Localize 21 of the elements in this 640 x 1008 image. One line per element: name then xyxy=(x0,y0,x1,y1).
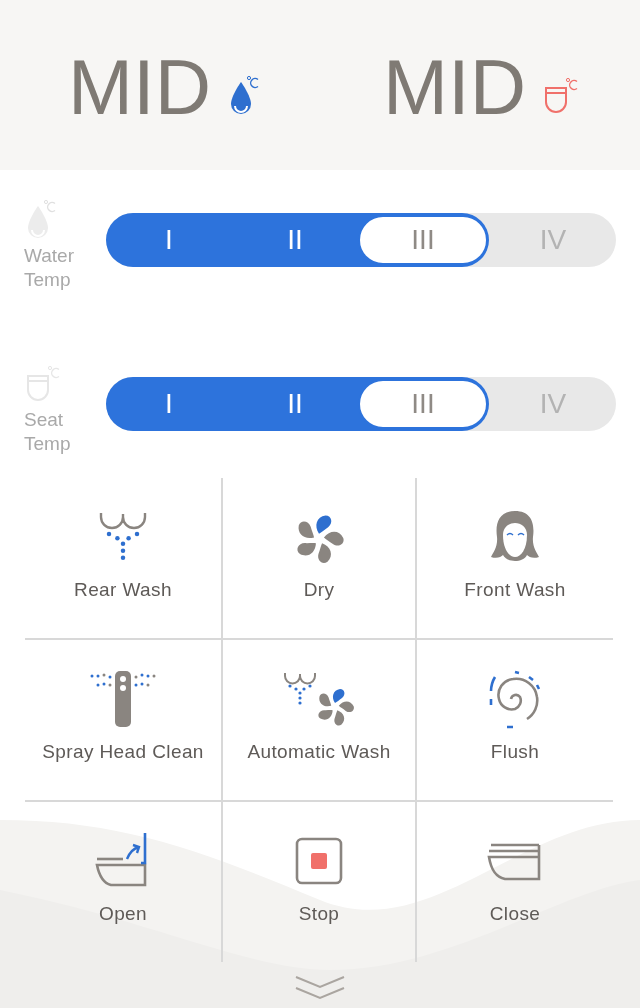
function-button[interactable]: Open xyxy=(25,802,221,962)
function-button[interactable]: Spray Head Clean xyxy=(25,640,221,802)
temperature-level: MID xyxy=(383,48,526,126)
temperature-level: MID xyxy=(68,48,211,126)
nozzle-icon xyxy=(88,669,158,729)
chevron-down-icon[interactable] xyxy=(294,975,346,1001)
slider-label: Seat Temp xyxy=(24,408,72,456)
level-segment[interactable]: I xyxy=(106,213,232,267)
slider-label: Water Temp xyxy=(24,244,75,292)
level-segment[interactable]: III xyxy=(358,379,488,429)
function-button[interactable]: Close xyxy=(417,802,613,962)
function-button[interactable]: Rear Wash xyxy=(25,478,221,640)
function-button[interactable]: Stop xyxy=(221,802,417,962)
function-button[interactable]: Dry xyxy=(221,478,417,640)
function-button[interactable]: Front Wash xyxy=(417,478,613,640)
level-segment[interactable]: II xyxy=(232,377,358,431)
function-button[interactable]: Automatic Wash xyxy=(221,640,417,802)
level-segment[interactable]: I xyxy=(106,377,232,431)
level-segment[interactable]: III xyxy=(358,215,488,265)
level-segment[interactable]: II xyxy=(232,213,358,267)
function-button[interactable]: Flush xyxy=(417,640,613,802)
